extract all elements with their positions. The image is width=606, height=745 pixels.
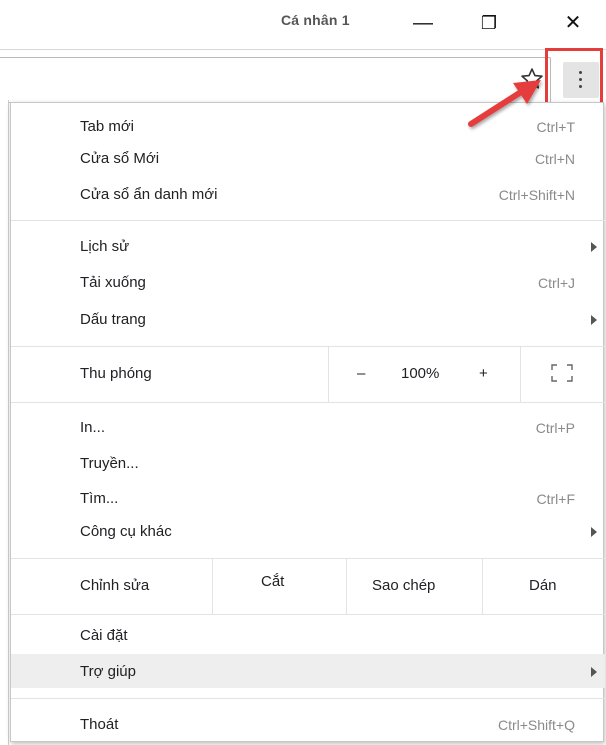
menu-item-label: Trợ giúp [80, 663, 136, 680]
menu-item-label: Dấu trang [80, 311, 146, 328]
edit-divider [482, 558, 483, 614]
shortcut-label: Ctrl+N [534, 151, 575, 167]
restore-icon: ❐ [480, 13, 498, 33]
menu-divider [11, 220, 605, 221]
menu-item-label: Cửa sổ Mới [80, 150, 160, 167]
menu-item-label: Tab mới [80, 118, 135, 135]
edit-label: Chỉnh sửa [80, 577, 150, 594]
submenu-arrow-icon [591, 527, 597, 537]
submenu-arrow-icon [591, 667, 597, 677]
menu-item-label: Cửa sổ ẩn danh mới [80, 186, 218, 203]
edit-divider [346, 558, 347, 614]
menu-item-incognito[interactable]: Cửa sổ ẩn danh mới Ctrl+Shift+N [11, 179, 605, 211]
toolbar-divider [0, 49, 606, 50]
menu-divider [11, 402, 605, 403]
paste-button[interactable]: Dán [529, 577, 557, 594]
menu-item-label: Thoát [80, 716, 119, 733]
minimize-icon: — [413, 12, 433, 34]
menu-item-downloads[interactable]: Tải xuống Ctrl+J [11, 267, 605, 299]
page-edge [0, 100, 9, 745]
menu-item-history[interactable]: Lịch sử [11, 231, 605, 263]
fullscreen-icon[interactable] [551, 364, 573, 382]
profile-name[interactable]: Cá nhân 1 [281, 12, 401, 28]
cut-button[interactable]: Cắt [261, 573, 284, 590]
edit-row: Chỉnh sửa Cắt Sao chép Dán [11, 558, 605, 614]
shortcut-label: Ctrl+Shift+N [498, 187, 575, 203]
menu-item-label: Tìm... [80, 490, 119, 507]
edit-divider [212, 558, 213, 614]
menu-item-label: Công cụ khác [80, 523, 172, 540]
restore-button[interactable]: ❐ [466, 8, 512, 38]
close-button[interactable]: ✕ [550, 8, 596, 38]
zoom-divider [328, 346, 329, 402]
menu-item-label: Tải xuống [80, 274, 146, 291]
shortcut-label: Ctrl+P [535, 420, 575, 436]
menu-item-label: In... [80, 419, 106, 436]
annotation-highlight-box [545, 48, 603, 110]
menu-item-new-window[interactable]: Cửa sổ Mới Ctrl+N [11, 143, 605, 175]
zoom-level-value: 100% [401, 365, 440, 382]
shortcut-label: Ctrl+F [536, 491, 576, 507]
menu-item-label: Lịch sử [80, 238, 130, 255]
submenu-arrow-icon [591, 242, 597, 252]
minimize-button[interactable]: — [400, 8, 446, 38]
menu-divider [11, 614, 605, 615]
menu-item-cast[interactable]: Truyền... [11, 448, 605, 480]
menu-item-exit[interactable]: Thoát Ctrl+Shift+Q [11, 709, 605, 741]
zoom-in-button[interactable]: + [479, 365, 488, 382]
menu-item-label: Truyền... [80, 455, 139, 472]
menu-item-help[interactable]: Trợ giúp [11, 654, 605, 688]
shortcut-label: Ctrl+J [538, 275, 575, 291]
menu-item-settings[interactable]: Cài đặt [11, 620, 605, 652]
chrome-main-menu: Tab mới Ctrl+T Cửa sổ Mới Ctrl+N Cửa sổ … [10, 102, 605, 742]
zoom-divider [520, 346, 521, 402]
shortcut-label: Ctrl+Shift+Q [497, 717, 575, 733]
annotation-arrow-icon [455, 70, 550, 140]
copy-button[interactable]: Sao chép [372, 577, 435, 594]
zoom-label: Thu phóng [80, 365, 152, 382]
menu-item-bookmarks[interactable]: Dấu trang [11, 304, 605, 336]
menu-divider [11, 698, 605, 699]
zoom-row: Thu phóng – 100% + [11, 346, 605, 402]
menu-item-find[interactable]: Tìm... Ctrl+F [11, 483, 605, 515]
menu-item-more-tools[interactable]: Công cụ khác [11, 516, 605, 548]
close-icon: ✕ [564, 12, 582, 34]
menu-item-print[interactable]: In... Ctrl+P [11, 412, 605, 444]
menu-item-label: Cài đặt [80, 627, 128, 644]
zoom-out-button[interactable]: – [357, 365, 365, 382]
submenu-arrow-icon [591, 315, 597, 325]
